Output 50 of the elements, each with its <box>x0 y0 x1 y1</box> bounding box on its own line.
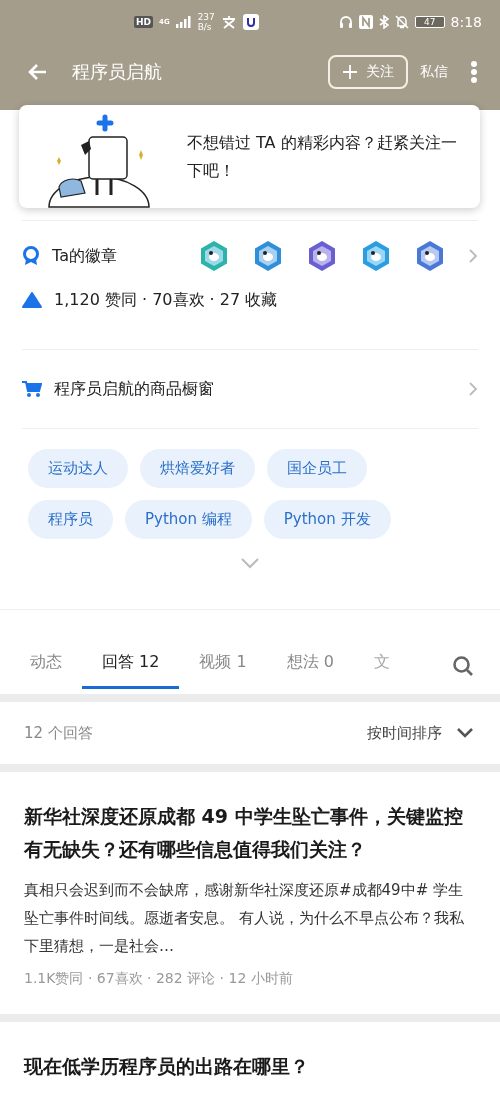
answer-excerpt: 真相只会迟到而不会缺席，感谢新华社深度还原#成都49中# 学生坠亡事件时间线。愿逝者安息。 有人说，为什么不早点公布？我私下里猜想，一是社会… <box>24 880 465 957</box>
badge-icon <box>22 246 40 266</box>
profile-tag[interactable]: Python 开发 <box>263 500 391 539</box>
cart-icon <box>22 380 42 398</box>
content-tab[interactable]: 动态 <box>10 643 82 689</box>
app-icon <box>242 14 259 30</box>
answer-meta: 1.1K赞同 · 67喜欢 · 282 评论 · 12 小时前 <box>24 970 294 988</box>
signal-icon <box>175 16 192 28</box>
chevron-right-icon[interactable] <box>468 381 478 397</box>
badge-medal-icon[interactable] <box>252 240 284 272</box>
profile-tag[interactable]: 运动达人 <box>28 449 128 488</box>
profile-tag[interactable]: Python 编程 <box>125 500 252 539</box>
hd-indicator: HD <box>134 16 153 28</box>
app-icon <box>220 15 237 29</box>
page-title: 程序员启航 <box>72 60 162 84</box>
shop-link[interactable]: 程序员启航的商品橱窗 <box>54 378 214 400</box>
answer-title[interactable]: 新华社深度还原成都 49 中学生坠亡事件，关键监控有无缺失？还有哪些信息值得我们关注？ <box>24 800 476 866</box>
content-tab[interactable]: 回答 12 <box>82 643 180 689</box>
chevron-right-icon[interactable] <box>468 248 478 264</box>
badge-medal-icon[interactable] <box>360 240 392 272</box>
badge-medal-icon[interactable] <box>198 240 230 272</box>
search-icon[interactable] <box>452 655 474 677</box>
clock: 8:18 <box>450 14 482 30</box>
profile-tag[interactable]: 程序员 <box>28 500 113 539</box>
more-icon[interactable] <box>470 60 478 84</box>
chevron-down-icon <box>456 727 474 739</box>
stats-text: 1,120 赞同 · 70喜欢 · 27 收藏 <box>54 289 278 311</box>
headphones-icon <box>339 15 354 29</box>
badges-label: Ta的徽章 <box>52 245 117 267</box>
content-tab[interactable]: 想法 0 <box>266 643 354 689</box>
network-speed: 237 B/s <box>197 12 215 32</box>
bell-off-icon <box>395 15 410 29</box>
nfc-icon <box>359 15 374 29</box>
expand-icon[interactable] <box>240 557 260 569</box>
sort-dropdown[interactable]: 按时间排序 <box>367 723 474 743</box>
badge-medal-icon[interactable] <box>414 240 446 272</box>
content-tab[interactable]: 视频 1 <box>179 643 267 689</box>
battery-indicator: 47 <box>415 16 445 28</box>
badge-medal-icon[interactable] <box>306 240 338 272</box>
follow-prompt-text: 不想错过 TA 的精彩内容？赶紧关注一下吧！ <box>187 131 458 182</box>
content-tab[interactable]: 文 <box>354 643 390 689</box>
profile-tag[interactable]: 烘焙爱好者 <box>140 449 255 488</box>
follow-button[interactable]: 关注 <box>328 55 408 89</box>
answer-title[interactable]: 现在低学历程序员的出路在哪里？ <box>24 1050 476 1083</box>
plus-icon <box>342 64 358 80</box>
answer-count: 12 个回答 <box>24 723 93 743</box>
triangle-icon <box>22 292 42 308</box>
profile-tag[interactable]: 国企员工 <box>267 449 367 488</box>
bluetooth-icon <box>379 15 390 29</box>
message-button[interactable]: 私信 <box>416 59 452 85</box>
